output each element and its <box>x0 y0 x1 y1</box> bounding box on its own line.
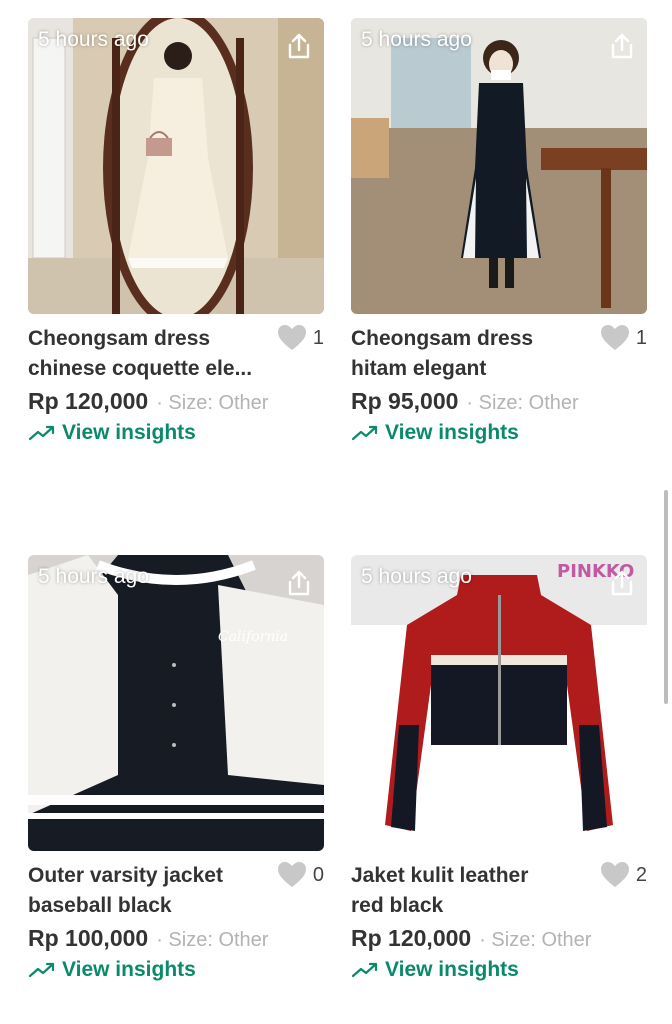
posted-time: 5 hours ago <box>38 28 149 51</box>
product-photo: PINKKO <box>351 555 647 851</box>
share-icon[interactable] <box>609 569 635 597</box>
product-title[interactable]: Cheongsam dress chinese coquette ele... <box>28 324 275 384</box>
view-insights-link[interactable]: View insights <box>351 421 647 445</box>
view-insights-link[interactable]: View insights <box>351 958 647 982</box>
product-image[interactable]: PINKKO 5 hours ago <box>351 555 647 851</box>
size-label: · Size: Other <box>156 929 269 951</box>
heart-icon <box>277 325 306 350</box>
view-insights-label: View insights <box>385 958 519 981</box>
product-image[interactable]: 5 hours ago <box>351 18 647 314</box>
size-label: · Size: Other <box>479 929 592 951</box>
product-title-line-2: red black <box>351 894 444 917</box>
product-card[interactable]: PINKKO 5 hours ago Jaket kulit leather r… <box>351 555 647 982</box>
product-photo: California <box>28 555 324 851</box>
view-insights-link[interactable]: View insights <box>28 421 324 445</box>
product-card[interactable]: California 5 hours ago Outer varsity jac… <box>28 555 324 982</box>
price: Rp 95,000 <box>351 388 459 414</box>
share-icon[interactable] <box>286 32 312 60</box>
posted-time: 5 hours ago <box>361 565 472 588</box>
trending-up-icon <box>28 425 55 441</box>
product-card[interactable]: 5 hours ago Cheongsam dress hitam elegan… <box>351 18 647 445</box>
view-insights-label: View insights <box>62 421 196 444</box>
product-title-line-1: Cheongsam dress <box>28 327 211 350</box>
product-photo <box>28 18 324 314</box>
share-icon[interactable] <box>286 569 312 597</box>
view-insights-link[interactable]: View insights <box>28 958 324 982</box>
like-count: 0 <box>312 863 324 886</box>
product-image[interactable]: California 5 hours ago <box>28 555 324 851</box>
product-title[interactable]: Cheongsam dress hitam elegant <box>351 324 598 384</box>
heart-icon <box>600 325 629 350</box>
trending-up-icon <box>351 425 378 441</box>
like-button[interactable]: 1 <box>600 324 647 352</box>
product-title-line-1: Outer varsity jacket <box>28 864 223 887</box>
product-title-line-2: hitam elegant <box>351 357 487 380</box>
trending-up-icon <box>28 962 55 978</box>
size-label: · Size: Other <box>466 392 579 414</box>
view-insights-label: View insights <box>62 958 196 981</box>
product-title-line-2: chinese coquette ele... <box>28 357 253 380</box>
product-title[interactable]: Jaket kulit leather red black <box>351 861 598 921</box>
view-insights-label: View insights <box>385 421 519 444</box>
like-count: 1 <box>312 326 324 349</box>
like-button[interactable]: 2 <box>600 861 647 889</box>
product-card[interactable]: 5 hours ago Cheongsam dress chinese coqu… <box>28 18 324 445</box>
like-button[interactable]: 1 <box>277 324 324 352</box>
price: Rp 120,000 <box>351 925 472 951</box>
share-icon[interactable] <box>609 32 635 60</box>
trending-up-icon <box>351 962 378 978</box>
heart-icon <box>277 862 306 887</box>
product-title[interactable]: Outer varsity jacket baseball black <box>28 861 275 921</box>
posted-time: 5 hours ago <box>361 28 472 51</box>
product-photo <box>351 18 647 314</box>
price: Rp 120,000 <box>28 388 149 414</box>
size-label: · Size: Other <box>156 392 269 414</box>
scrollbar[interactable] <box>664 490 668 704</box>
heart-icon <box>600 862 629 887</box>
product-title-line-1: Cheongsam dress <box>351 327 534 350</box>
like-button[interactable]: 0 <box>277 861 324 889</box>
like-count: 1 <box>635 326 647 349</box>
svg-text:California: California <box>218 629 288 645</box>
product-title-line-1: Jaket kulit leather <box>351 864 529 887</box>
product-image[interactable]: 5 hours ago <box>28 18 324 314</box>
posted-time: 5 hours ago <box>38 565 149 588</box>
price: Rp 100,000 <box>28 925 149 951</box>
product-title-line-2: baseball black <box>28 894 172 917</box>
like-count: 2 <box>635 863 647 886</box>
